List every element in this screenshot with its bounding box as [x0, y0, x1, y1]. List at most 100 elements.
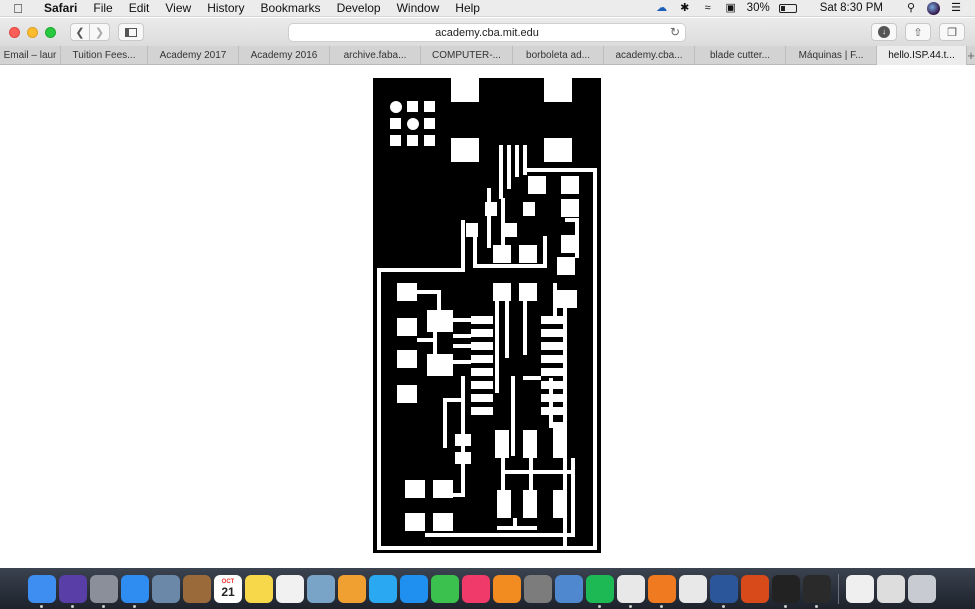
forward-button[interactable]: ❯	[90, 23, 110, 41]
running-indicator	[722, 604, 725, 608]
menu-develop[interactable]: Develop	[329, 0, 389, 17]
dock-facetime-icon[interactable]	[431, 574, 459, 603]
battery-percent: 30%	[746, 2, 770, 14]
dock-fire-app-icon[interactable]	[741, 574, 769, 603]
dock-textedit-icon[interactable]	[679, 574, 707, 603]
dock-photos-icon[interactable]	[338, 574, 366, 603]
tab-academy-2016[interactable]: Academy 2016	[239, 46, 330, 65]
minimize-window-button[interactable]	[27, 26, 38, 38]
menu-file[interactable]: File	[85, 0, 120, 17]
toolbar-actions: ↓ ⇧ ❐	[871, 23, 965, 41]
fullscreen-window-button[interactable]	[45, 26, 56, 38]
tab-label: Tuition Fees...	[72, 50, 136, 61]
spotlight-search-icon[interactable]: ⚲	[904, 2, 918, 14]
tabs-icon: ❐	[947, 26, 957, 39]
bluetooth-icon[interactable]: ✱	[678, 2, 692, 14]
dock-x11-icon[interactable]	[803, 574, 831, 608]
running-indicator	[40, 604, 43, 608]
wifi-icon[interactable]: ≈	[701, 2, 715, 14]
dock-app-store-icon[interactable]	[400, 574, 428, 603]
dock-itunes-icon[interactable]	[462, 574, 490, 603]
sidebar-toggle-button[interactable]	[118, 23, 144, 41]
dock-finder-icon[interactable]	[28, 574, 56, 608]
tab-label: Academy 2016	[250, 50, 318, 61]
siri-icon[interactable]	[927, 1, 940, 15]
share-icon: ⇧	[913, 26, 923, 39]
menu-view[interactable]: View	[157, 0, 199, 17]
dock-ibooks-icon[interactable]	[493, 574, 521, 603]
dock-inkscape-icon[interactable]	[772, 574, 800, 608]
window-controls	[0, 26, 56, 38]
dock-notes-icon[interactable]	[245, 574, 273, 603]
dock-image-capture-icon[interactable]	[307, 574, 335, 603]
share-button[interactable]: ⇧	[905, 23, 931, 41]
tab-label: academy.cba...	[615, 50, 683, 61]
dock-trash-icon[interactable]	[908, 574, 936, 603]
dock-globe-icon[interactable]	[555, 574, 583, 603]
dock-calendar-icon[interactable]: OCT 21	[214, 574, 242, 603]
downloads-button[interactable]: ↓	[871, 23, 897, 41]
dock-notebook-icon[interactable]	[183, 574, 211, 603]
download-icon: ↓	[878, 26, 890, 38]
running-indicator	[598, 604, 601, 608]
browser-toolbar: ❮ ❯ academy.cba.mit.edu ↻ ↓ ⇧ ❐	[0, 18, 975, 46]
tab-overview-button[interactable]: ❐	[939, 23, 965, 41]
dock-siri-icon[interactable]	[59, 574, 87, 608]
tab-maquinas[interactable]: Máquinas | F...	[786, 46, 877, 65]
chevron-left-icon: ❮	[75, 26, 85, 39]
sidebar-icon	[125, 27, 137, 37]
tab-blade-cutter[interactable]: blade cutter...	[695, 46, 786, 65]
dock-reminders-icon[interactable]	[276, 574, 304, 603]
airplay-icon[interactable]: ▣	[724, 2, 738, 14]
dock-fusion-360-icon[interactable]	[648, 574, 676, 608]
running-indicator	[102, 604, 105, 608]
plus-icon: +	[967, 47, 975, 63]
dock-chrome-icon[interactable]	[617, 574, 645, 608]
tab-tuition[interactable]: Tuition Fees...	[61, 46, 148, 65]
dock-word-icon[interactable]	[710, 574, 738, 608]
dock-document-icon[interactable]	[846, 574, 874, 603]
tab-label: borboleta ad...	[526, 50, 590, 61]
running-indicator	[784, 604, 787, 608]
notification-center-icon[interactable]: ☰	[949, 2, 963, 14]
running-indicator	[133, 604, 136, 608]
running-indicator	[660, 604, 663, 608]
dock-system-preferences-icon[interactable]	[524, 574, 552, 603]
tab-bar: Email – laur Tuition Fees... Academy 201…	[0, 46, 975, 65]
tab-archive[interactable]: archive.faba...	[330, 46, 421, 65]
menu-window[interactable]: Window	[389, 0, 448, 17]
pcb-traces-image	[373, 78, 601, 553]
menu-bookmarks[interactable]: Bookmarks	[253, 0, 329, 17]
dock-window-icon[interactable]	[877, 574, 905, 603]
battery-icon[interactable]	[778, 3, 797, 13]
menu-app-name[interactable]: Safari	[36, 0, 85, 17]
tab-academy-cba[interactable]: academy.cba...	[604, 46, 695, 65]
menu-bar:  Safari File Edit View History Bookmark…	[0, 0, 975, 17]
close-window-button[interactable]	[9, 26, 20, 38]
tab-label: Email – laur	[3, 50, 57, 61]
back-button[interactable]: ❮	[70, 23, 90, 41]
dock-spotify-icon[interactable]	[586, 574, 614, 608]
tab-label: Academy 2017	[159, 50, 227, 61]
clock[interactable]: Sat 8:30 PM	[820, 2, 883, 14]
tab-email[interactable]: Email – laur	[0, 46, 61, 65]
tab-borboleta[interactable]: borboleta ad...	[513, 46, 604, 65]
dock-launchpad-icon[interactable]	[90, 574, 118, 608]
tab-computer[interactable]: COMPUTER-...	[421, 46, 513, 65]
dock-safari-icon[interactable]	[121, 574, 149, 608]
apple-icon[interactable]: 	[0, 1, 36, 16]
tab-hello-isp[interactable]: hello.ISP.44.t...	[877, 46, 967, 65]
menu-help[interactable]: Help	[447, 0, 488, 17]
reload-icon[interactable]: ↻	[670, 25, 680, 39]
dock-messages-icon[interactable]	[369, 574, 397, 603]
menu-history[interactable]: History	[199, 0, 252, 17]
new-tab-button[interactable]: +	[967, 46, 975, 64]
menu-edit[interactable]: Edit	[121, 0, 158, 17]
tab-academy-2017[interactable]: Academy 2017	[148, 46, 239, 65]
cloud-status-icon[interactable]: ☁	[655, 2, 669, 14]
tab-label: hello.ISP.44.t...	[888, 50, 955, 61]
status-area: ☁ ✱ ≈ ▣ 30% Sat 8:30 PM ⚲ ☰	[655, 1, 975, 15]
dock-separator	[838, 573, 839, 604]
dock-preview-icon[interactable]	[152, 574, 180, 603]
address-bar[interactable]: academy.cba.mit.edu ↻	[288, 23, 686, 42]
